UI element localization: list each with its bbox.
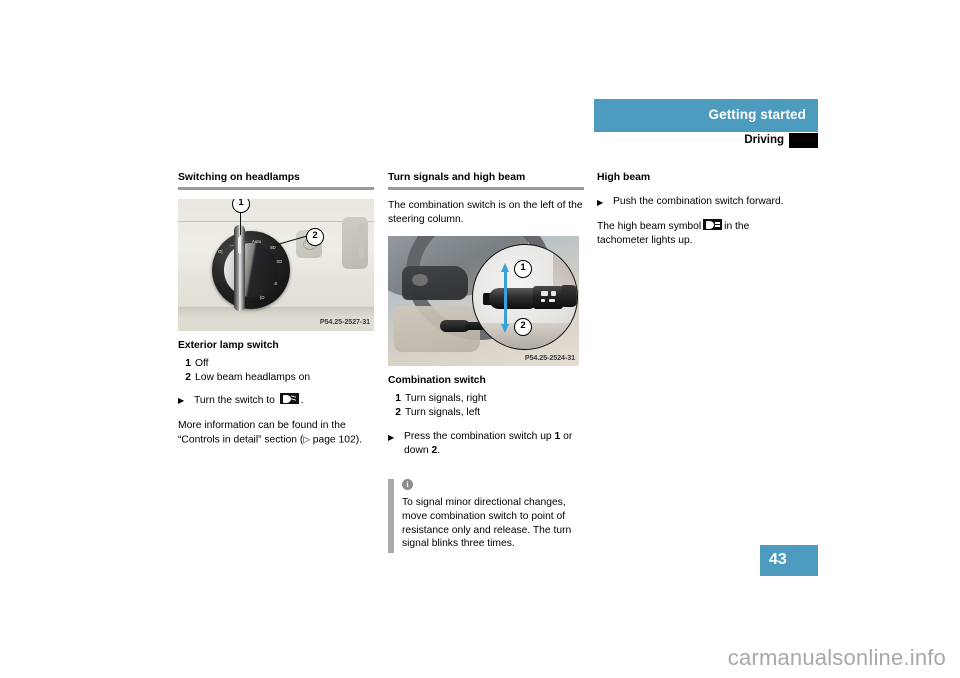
page-reference[interactable]: page 102 [313, 434, 356, 445]
header-band: Getting started [594, 99, 818, 132]
legend-item: 2 Low beam headlamps on [178, 371, 374, 384]
bullet-triangle-icon: ▶ [597, 198, 604, 207]
info-icon: i [402, 479, 413, 491]
column-left: Switching on headlamps O| — O Auto ≡D ≡O… [178, 172, 374, 457]
instruction-text: Push the combination switch forward. [613, 196, 784, 207]
more-info-line-1: More information can be found in the [178, 420, 346, 432]
legend-number: 2 [185, 372, 191, 384]
knob-inner-ring [224, 243, 278, 297]
legend-number: 2 [395, 407, 401, 419]
bullet-triangle-icon: ▶ [178, 396, 185, 406]
legend-label: Off [195, 357, 209, 369]
instrument-cluster [402, 266, 468, 301]
section-title: Driving [744, 134, 784, 146]
intro-paragraph: The combination switch is on the left of… [388, 200, 583, 225]
more-info-line-2b: ). [355, 434, 362, 446]
bullet-triangle-icon: ▶ [388, 433, 395, 443]
subheader-row: Driving [594, 133, 818, 150]
note-side-bar [388, 479, 394, 554]
callout-2: 2 [306, 228, 324, 246]
instruction-text: Turn the switch to [194, 395, 275, 407]
more-information-paragraph: More information can be found in the “Co… [178, 419, 374, 447]
legend-number: 1 [185, 357, 191, 369]
legend-item: 1 Turn signals, right [388, 392, 584, 405]
info-note: i To signal minor directional changes, m… [388, 479, 584, 554]
figure-id-caption: P54.25-2527-31 [319, 317, 370, 327]
heading-turn-signals-and-high-beam: Turn signals and high beam [388, 172, 526, 183]
instruction-bullet: ▶ Press the combination switch up 1 or d… [388, 430, 584, 457]
figure-caption-combination-switch: Combination switch [388, 375, 486, 387]
instruction-text-a: Press the combination switch up [404, 431, 552, 443]
chapter-tab-marker [789, 133, 818, 148]
headlamp-rotary-switch-photo: O| — O Auto ≡D ≡O ≡≡ |O 1 2 P54.25-2527-… [178, 199, 374, 331]
high-beam-symbol [703, 219, 723, 230]
heading-rule [388, 187, 584, 190]
column-middle: Turn signals and high beam The combinati… [388, 172, 584, 554]
legend-label: Turn signals, right [405, 392, 487, 404]
instruction-bullet: ▶ Push the combination switch forward. [597, 195, 797, 210]
callout-1: 1 [232, 199, 250, 213]
page-number: 43 [769, 551, 787, 568]
figure-id-caption: P54.25-2524-31 [524, 352, 575, 362]
page-title: Getting started [708, 107, 806, 122]
instruction-suffix: . [300, 395, 304, 407]
more-info-line-2a: “Controls in detail” section ( [178, 434, 304, 446]
figure-caption-exterior-lamp-switch: Exterior lamp switch [178, 340, 279, 351]
legend-number: 1 [395, 392, 401, 404]
high-beam-symbol-paragraph: The high beam symbol in the tachometer l… [597, 219, 797, 247]
up-down-arrow-icon [501, 263, 509, 334]
symbol-text-a: The high beam symbol [597, 221, 702, 232]
knob-grip [234, 225, 245, 311]
instruction-text-c: . [437, 444, 441, 456]
combination-switch-photo: 1 2 P54.25-2524-31 [388, 236, 579, 367]
low-beam-symbol [279, 393, 299, 405]
heading-rule [178, 187, 374, 190]
note-text: To signal minor directional changes, mov… [402, 497, 572, 550]
legend-item: 2 Turn signals, left [388, 406, 584, 419]
side-panel [342, 217, 368, 269]
legend-item: 1 Off [178, 357, 374, 370]
legend-label: Low beam headlamps on [195, 372, 311, 384]
page-ref-triangle-icon: ▷ [303, 433, 310, 444]
page-number-block: 43 [760, 545, 818, 576]
watermark: carmanualsonline.info [727, 645, 946, 670]
instruction-bullet: ▶ Turn the switch to . [178, 393, 374, 408]
column-right: High beam ▶ Push the combination switch … [597, 172, 797, 257]
heading-high-beam: High beam [597, 172, 651, 183]
legend-label: Turn signals, left [405, 407, 481, 419]
side-panel-slot [359, 223, 364, 259]
heading-switching-on-headlamps: Switching on headlamps [178, 172, 300, 183]
instruction-callout-ref-1: 1 [554, 431, 561, 443]
